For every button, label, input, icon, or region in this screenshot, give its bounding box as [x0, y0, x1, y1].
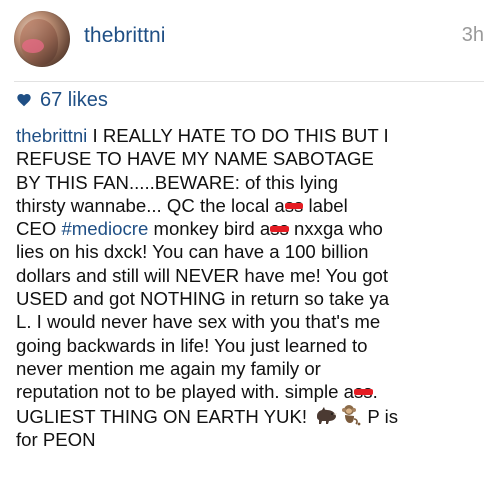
caption-line-3: BY THIS FAN.....BEWARE: of this lying [16, 171, 339, 193]
censor-bar [270, 226, 289, 233]
likes-count: 67 likes [40, 88, 108, 111]
censor-bar [284, 203, 304, 209]
caption-line-14: for PEON [16, 428, 96, 450]
avatar[interactable] [14, 11, 70, 67]
caption-text: reputation not to be played with. simple… [16, 381, 354, 403]
censor-bar [354, 389, 373, 396]
caption-text: monkey bird a [148, 218, 271, 240]
avatar-accent [22, 39, 44, 53]
censored-word: ss [284, 194, 304, 217]
caption-line-7: dollars and still will NEVER have me! Yo… [16, 264, 389, 286]
hashtag-link[interactable]: #mediocre [61, 218, 148, 239]
caption-line-8: USED and got NOTHING in return so take y… [16, 288, 390, 310]
caption-line-10: going backwards in life! You just learne… [16, 334, 368, 356]
caption-text: UGLIEST THING ON EARTH YUK! [16, 405, 313, 427]
caption-text: CEO [16, 218, 62, 240]
caption-line-4: thirsty wannabe... QC the local ass labe… [16, 194, 490, 217]
caption-line-1: thebrittni I REALLY HATE TO DO THIS BUT … [16, 124, 490, 147]
caption-line-2: REFUSE TO HAVE MY NAME SABOTAGE [16, 148, 374, 170]
caption-text: I REALLY HATE TO DO THIS BUT I [87, 125, 389, 146]
username-link[interactable]: thebrittni [84, 24, 166, 48]
caption-username-link[interactable]: thebrittni [16, 125, 87, 146]
caption-text: label [303, 194, 348, 216]
boar-emoji-icon [317, 406, 338, 424]
post-caption: thebrittni I REALLY HATE TO DO THIS BUT … [16, 124, 490, 451]
timestamp: 3h [461, 24, 484, 46]
heart-icon [17, 94, 31, 107]
caption-line-13: UGLIEST THING ON EARTH YUK! P is [16, 404, 490, 428]
divider [14, 81, 484, 82]
censored-word: ss [270, 217, 289, 240]
caption-text: P is [362, 405, 399, 427]
censored-word: ss [354, 380, 373, 403]
likes-row[interactable]: 67 likes [16, 88, 108, 112]
post-header: thebrittni 3h [0, 0, 500, 82]
caption-text: nxxga who [288, 218, 383, 240]
caption-line-9: L. I would never have sex with you that'… [16, 311, 381, 333]
caption-text: . [372, 381, 378, 403]
caption-line-12: reputation not to be played with. simple… [16, 380, 490, 403]
monkey-emoji-icon [342, 404, 361, 425]
caption-line-6: lies on his dxck! You can have a 100 bil… [16, 241, 369, 263]
caption-text: thirsty wannabe... QC the local a [16, 194, 285, 216]
caption-line-5: CEO #mediocre monkey bird ass nxxga who [16, 217, 490, 240]
caption-line-11: never mention me again my family or [16, 357, 321, 379]
